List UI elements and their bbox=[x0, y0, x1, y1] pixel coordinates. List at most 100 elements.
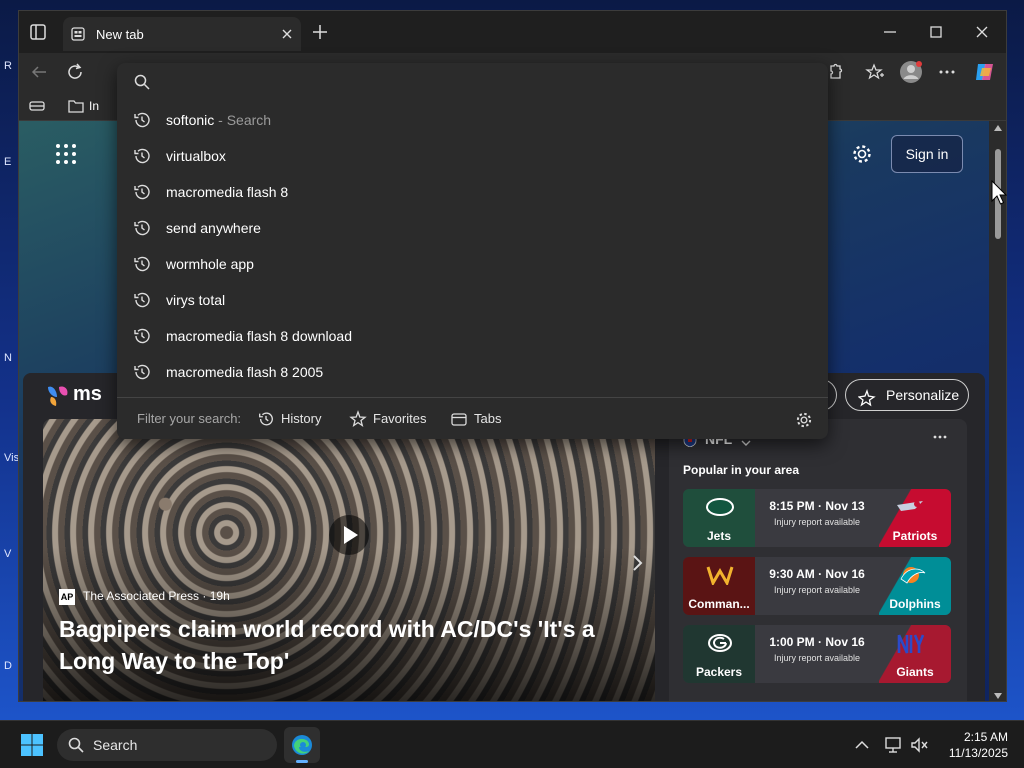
clock-time: 2:15 AM bbox=[963, 730, 1008, 744]
scroll-down-arrow-icon[interactable] bbox=[994, 693, 1002, 699]
refresh-icon[interactable] bbox=[65, 62, 85, 82]
profile-avatar-icon[interactable] bbox=[899, 60, 923, 84]
desktop-icon-label[interactable]: N bbox=[4, 352, 12, 364]
extensions-icon[interactable] bbox=[825, 62, 845, 82]
filter-history-button[interactable]: History bbox=[257, 408, 327, 430]
away-team: Dolphins bbox=[879, 557, 951, 615]
taskbar-search-label: Search bbox=[93, 737, 138, 753]
browser-window: New tab In Sign in ms Personalize AP The… bbox=[18, 10, 1007, 702]
new-tab-plus-icon[interactable] bbox=[311, 23, 329, 41]
home-team-name: Jets bbox=[706, 529, 732, 543]
giants-logo-icon bbox=[897, 633, 929, 655]
suggestion-text: macromedia flash 8 bbox=[166, 184, 289, 200]
game-card[interactable]: Jets 8:15 PM · Nov 13 Injury report avai… bbox=[683, 489, 951, 547]
nfl-scores-widget: NFL Popular in your area Jets 8:15 PM · bbox=[669, 419, 967, 701]
home-team: Comman... bbox=[683, 557, 755, 615]
suggestion-text: softonic bbox=[166, 112, 215, 128]
game-card[interactable]: Packers 1:00 PM · Nov 16 Injury report a… bbox=[683, 625, 951, 683]
favorites-star-icon[interactable] bbox=[865, 62, 885, 82]
suggestion-text: send anywhere bbox=[166, 220, 261, 236]
filter-favorites-button[interactable]: Favorites bbox=[349, 408, 429, 430]
taskbar-search-box[interactable]: Search bbox=[57, 729, 277, 761]
suggestion-text: macromedia flash 8 download bbox=[166, 328, 352, 344]
suggestion-item[interactable]: virtualbox bbox=[117, 138, 828, 174]
favorites-star-icon bbox=[349, 410, 367, 427]
history-clock-icon bbox=[132, 326, 152, 346]
suggestion-item[interactable]: send anywhere bbox=[117, 210, 828, 246]
suggestion-item[interactable]: macromedia flash 8 bbox=[117, 174, 828, 210]
home-team: Jets bbox=[683, 489, 755, 547]
injury-report-note: Injury report available bbox=[773, 653, 861, 663]
news-headline[interactable]: Bagpipers claim world record with AC/DC'… bbox=[59, 613, 639, 677]
commanders-logo-icon bbox=[705, 565, 735, 587]
copilot-icon[interactable] bbox=[973, 60, 997, 84]
next-story-chevron-icon[interactable] bbox=[623, 549, 651, 577]
game-time: 9:30 AM · Nov 16 bbox=[769, 567, 865, 581]
desktop-icon-label[interactable]: R bbox=[4, 60, 12, 72]
game-card[interactable]: Comman... 9:30 AM · Nov 16 Injury report… bbox=[683, 557, 951, 615]
mouse-cursor-icon bbox=[991, 179, 1008, 206]
ap-source-logo: AP bbox=[59, 589, 75, 605]
split-screen-icon[interactable] bbox=[29, 98, 45, 114]
suggestion-item[interactable]: macromedia flash 8 2005 bbox=[117, 354, 828, 390]
tab-new-tab[interactable]: New tab bbox=[63, 17, 301, 51]
sparkle-star-icon bbox=[857, 387, 876, 407]
home-team-name: Packers bbox=[695, 665, 743, 679]
personalize-button[interactable]: Personalize bbox=[845, 379, 969, 411]
maximize-icon[interactable] bbox=[927, 23, 945, 41]
suggestion-item[interactable]: virys total bbox=[117, 282, 828, 318]
system-clock[interactable]: 2:15 AM 11/13/2025 bbox=[938, 729, 1008, 761]
desktop-icon-label[interactable]: E bbox=[4, 156, 11, 168]
address-input[interactable] bbox=[161, 69, 801, 95]
desktop-icon-label[interactable]: V bbox=[4, 548, 11, 560]
game-time: 8:15 PM · Nov 13 bbox=[769, 499, 865, 513]
favorites-item-label[interactable]: In bbox=[89, 99, 99, 113]
suggestion-text: virys total bbox=[166, 292, 226, 308]
filter-tabs-button[interactable]: Tabs bbox=[450, 408, 510, 430]
show-hidden-icons-chevron-icon[interactable] bbox=[852, 735, 872, 755]
volume-muted-icon[interactable] bbox=[910, 735, 930, 755]
scroll-up-arrow-icon[interactable] bbox=[994, 125, 1002, 131]
close-tab-icon[interactable] bbox=[279, 26, 295, 42]
history-clock-icon bbox=[132, 362, 152, 382]
more-options-icon[interactable] bbox=[931, 429, 949, 445]
play-video-icon[interactable] bbox=[329, 515, 369, 555]
active-app-indicator bbox=[296, 760, 308, 763]
page-settings-gear-icon[interactable] bbox=[851, 143, 873, 165]
suggestion-item[interactable]: softonic - Search bbox=[117, 102, 828, 138]
windows-start-icon[interactable] bbox=[20, 733, 44, 757]
minimize-icon[interactable] bbox=[881, 23, 899, 41]
imported-folder-icon[interactable] bbox=[67, 97, 85, 115]
new-tab-page-icon bbox=[71, 27, 85, 41]
back-arrow-icon[interactable] bbox=[29, 62, 49, 82]
address-bar-dropdown: softonic - Search virtualbox macromedia … bbox=[117, 63, 828, 439]
tab-actions-icon[interactable] bbox=[27, 21, 49, 43]
sign-in-button[interactable]: Sign in bbox=[891, 135, 963, 173]
filter-favorites-label: Favorites bbox=[373, 411, 427, 426]
desktop-icon-label[interactable]: D bbox=[4, 660, 12, 672]
personalize-label: Personalize bbox=[886, 387, 960, 403]
history-clock-icon bbox=[132, 254, 152, 274]
search-filter-bar: Filter your search: History Favorites Ta… bbox=[117, 397, 828, 439]
hero-news-card[interactable]: AP The Associated Press · 19h Bagpipers … bbox=[43, 419, 655, 701]
search-icon bbox=[67, 736, 85, 754]
more-menu-icon[interactable] bbox=[937, 62, 957, 82]
tabs-icon bbox=[451, 413, 467, 426]
close-window-icon[interactable] bbox=[973, 23, 991, 41]
network-icon[interactable] bbox=[884, 735, 904, 755]
suggestion-hint: - Search bbox=[214, 112, 272, 128]
taskbar-edge-button[interactable] bbox=[284, 727, 320, 763]
address-search-row[interactable] bbox=[117, 63, 828, 101]
suggestion-item[interactable]: macromedia flash 8 download bbox=[117, 318, 828, 354]
apps-grid-icon[interactable] bbox=[55, 143, 77, 165]
home-team: Packers bbox=[683, 625, 755, 683]
desktop-icon-label[interactable]: Vis bbox=[4, 452, 19, 464]
history-clock-icon bbox=[132, 290, 152, 310]
away-team: Giants bbox=[879, 625, 951, 683]
page-scrollbar[interactable] bbox=[989, 121, 1006, 701]
history-clock-icon bbox=[132, 182, 152, 202]
suggestion-item[interactable]: wormhole app bbox=[117, 246, 828, 282]
news-source: The Associated Press · 19h bbox=[83, 589, 230, 603]
filter-label: Filter your search: bbox=[137, 411, 242, 426]
search-settings-gear-icon[interactable] bbox=[795, 411, 813, 429]
